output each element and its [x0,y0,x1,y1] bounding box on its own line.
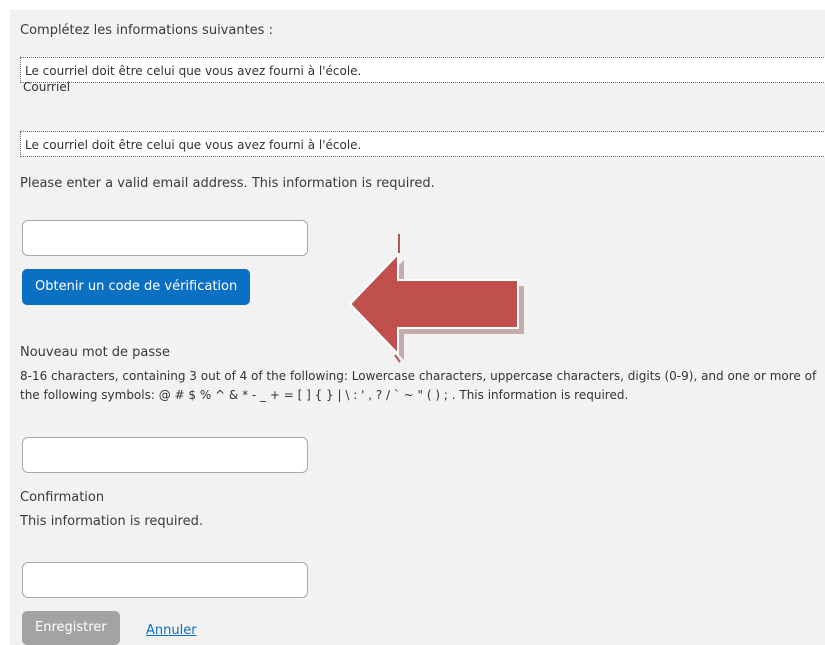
save-button[interactable]: Enregistrer [22,611,120,645]
new-password-label: Nouveau mot de passe [20,345,170,360]
new-password-input[interactable] [22,437,308,473]
email-error-message: Please enter a valid email address. This… [20,176,435,191]
cancel-link[interactable]: Annuler [146,621,197,640]
form-intro: Complétez les informations suivantes : [20,23,273,38]
email-label: Courriel [23,80,71,94]
email-hint-tooltip: Le courriel doit être celui que vous ave… [20,57,825,83]
email-input[interactable] [22,220,308,256]
form-panel: Complétez les informations suivantes : L… [10,10,825,645]
email-hint-box: Le courriel doit être celui que vous ave… [20,131,825,157]
confirm-password-input[interactable] [22,562,308,598]
left-arrow-icon [348,234,524,363]
password-requirements: 8-16 characters, containing 3 out of 4 o… [20,369,817,402]
panel-notch [44,13,58,20]
confirm-password-label: Confirmation [20,490,105,505]
send-verification-code-button[interactable]: Obtenir un code de vérification [22,269,251,305]
confirm-required-message: This information is required. [20,514,203,529]
